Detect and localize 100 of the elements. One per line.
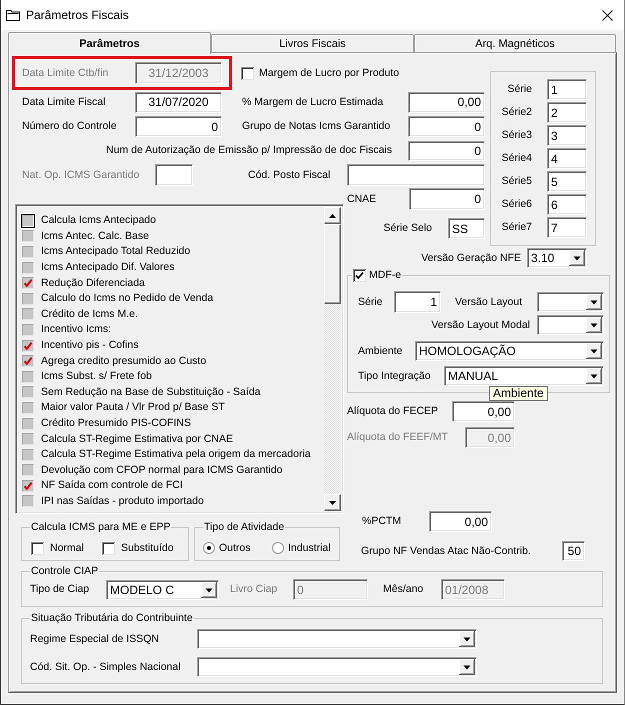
checkbox[interactable] <box>21 229 35 244</box>
checkbox[interactable] <box>21 307 35 322</box>
checkbox[interactable] <box>21 463 35 478</box>
option-label[interactable]: Icms Antecipado Total Reduzido <box>41 245 190 258</box>
option-label[interactable]: Incentivo Icms: <box>41 323 112 336</box>
option-label[interactable]: Redução Diferenciada <box>41 276 145 290</box>
input-field[interactable]: 7 <box>547 217 587 238</box>
input-field[interactable]: 4 <box>547 148 587 169</box>
group-title: Tipo de Atividade <box>203 521 286 534</box>
option-label[interactable]: Sem Redução na Base de Substituição - Saída <box>41 386 260 399</box>
checkbox[interactable] <box>21 276 35 290</box>
group-title: Calcula ICMS para ME e EPP <box>30 521 172 534</box>
scroll-up-button[interactable] <box>324 207 341 224</box>
checkbox[interactable] <box>21 292 35 306</box>
option-label[interactable]: Incentivo pis - Cofins <box>41 339 138 352</box>
scrollbar-thumb[interactable] <box>324 224 341 304</box>
field-label: Número do Controle <box>22 120 117 133</box>
tab[interactable]: Arq. Magnéticos <box>414 34 616 52</box>
checkbox[interactable] <box>21 432 35 446</box>
radio-button[interactable] <box>272 542 284 554</box>
triangle-down-icon <box>329 500 336 504</box>
option-label[interactable]: Icms Antecipado Dif. Valores <box>41 261 174 274</box>
scrollbar[interactable] <box>324 207 341 511</box>
checkbox[interactable] <box>21 354 35 368</box>
option-label[interactable]: Maior valor Pauta / Vlr Prod p/ Base ST <box>41 401 225 414</box>
option-label[interactable]: Normal <box>50 542 84 554</box>
field-label: Série4 <box>502 152 532 165</box>
option-label[interactable]: Industrial <box>288 542 331 554</box>
close-icon <box>602 10 612 20</box>
input-field[interactable]: 0,00 <box>408 92 485 112</box>
input-field[interactable]: 6 <box>547 194 587 215</box>
checkbox[interactable] <box>21 370 35 384</box>
input-field[interactable]: 2 <box>547 102 587 123</box>
tab[interactable]: Livros Fiscais <box>211 34 414 52</box>
option-label[interactable]: Calcula ST-Regime Estimativa por CNAE <box>41 432 233 446</box>
checkbox[interactable] <box>353 269 366 282</box>
field-label: Série5 <box>502 175 532 188</box>
input-field[interactable]: 3 <box>547 125 587 146</box>
checkbox[interactable] <box>21 416 35 431</box>
checkbox[interactable] <box>21 244 35 259</box>
input-field[interactable]: 0,00 <box>452 401 515 422</box>
checkbox[interactable] <box>21 478 35 493</box>
dropdown[interactable] <box>537 292 604 312</box>
scroll-down-button[interactable] <box>324 494 341 511</box>
dropdown[interactable] <box>197 657 477 677</box>
option-label[interactable]: Calcula Icms Antecipado <box>41 214 156 228</box>
dropdown[interactable]: MODELO C <box>106 580 219 600</box>
option-label[interactable]: Crédito de Icms M.e. <box>41 308 138 321</box>
checkbox[interactable] <box>21 385 35 400</box>
caret-down-icon <box>586 294 602 310</box>
window-title: Parâmetros Fiscais <box>26 8 129 22</box>
input-field[interactable]: 50 <box>562 541 585 561</box>
option-label[interactable]: Crédito Presumido PIS-COFINS <box>41 417 191 430</box>
checkbox[interactable] <box>21 322 35 337</box>
input-field[interactable]: 0 <box>408 116 485 137</box>
checkbox[interactable] <box>21 448 35 462</box>
option-label[interactable]: Devolução com CFOP normal para ICMS Garantido <box>41 464 282 477</box>
caret-down-icon <box>586 368 602 384</box>
checkbox[interactable] <box>21 338 35 353</box>
checkbox[interactable] <box>21 214 35 228</box>
option-label[interactable]: IPI nas Saídas - produto importado <box>41 494 204 508</box>
input-field[interactable]: 0,00 <box>429 511 492 532</box>
input-field[interactable]: 5 <box>547 171 587 192</box>
checkbox[interactable] <box>241 66 254 80</box>
input-field[interactable]: 0 <box>135 116 222 137</box>
input-field[interactable]: 1 <box>394 291 441 313</box>
checkbox[interactable] <box>31 542 44 554</box>
dropdown[interactable] <box>537 315 604 335</box>
option-label[interactable]: Calcula ST-Regime Estimativa pela origem da mercadoria <box>41 448 311 462</box>
group-title: Situação Tributária do Contribuinte <box>30 612 194 625</box>
caret-down-icon <box>586 343 602 359</box>
option-label[interactable]: Outros <box>219 542 251 554</box>
tab[interactable]: Parâmetros <box>8 32 211 54</box>
input-field[interactable]: 0 <box>408 140 485 160</box>
option-label[interactable]: Agrega credito presumido ao Custo <box>41 354 206 368</box>
dropdown[interactable] <box>197 629 477 649</box>
input-field[interactable]: 1 <box>547 79 587 100</box>
input-field[interactable] <box>347 164 485 186</box>
dropdown[interactable]: 3.10 <box>527 248 587 268</box>
checkbox[interactable] <box>102 542 115 554</box>
option-label[interactable]: Icms Antec. Calc. Base <box>41 230 149 243</box>
radio-button[interactable] <box>203 542 215 554</box>
input-field[interactable]: SS <box>448 218 485 239</box>
dropdown[interactable]: MANUAL <box>444 366 604 386</box>
option-label[interactable]: Icms Subst. s/ Frete fob <box>41 370 152 384</box>
field-label: Versão Layout Modal <box>431 318 530 332</box>
option-label[interactable]: Calculo do Icms no Pedido de Venda <box>41 292 214 306</box>
field-label: Série Selo <box>384 222 432 235</box>
dropdown[interactable]: HOMOLOGAÇÃO <box>415 341 604 361</box>
option-label[interactable]: NF Saída com controle de FCI <box>41 479 183 492</box>
input-field[interactable]: 0 <box>409 188 485 210</box>
input-field[interactable] <box>155 164 193 186</box>
checkbox[interactable] <box>21 260 35 275</box>
option-label[interactable]: Substituído <box>121 542 174 554</box>
input-field[interactable]: 31/07/2020 <box>135 92 222 112</box>
checkbox[interactable] <box>21 494 35 508</box>
field-label: % Margem de Lucro Estimada <box>242 96 384 108</box>
checkbox[interactable] <box>21 400 35 415</box>
field-label: Versão Layout <box>455 296 522 308</box>
field-label: Alíquota do FEEF/MT <box>347 431 448 444</box>
